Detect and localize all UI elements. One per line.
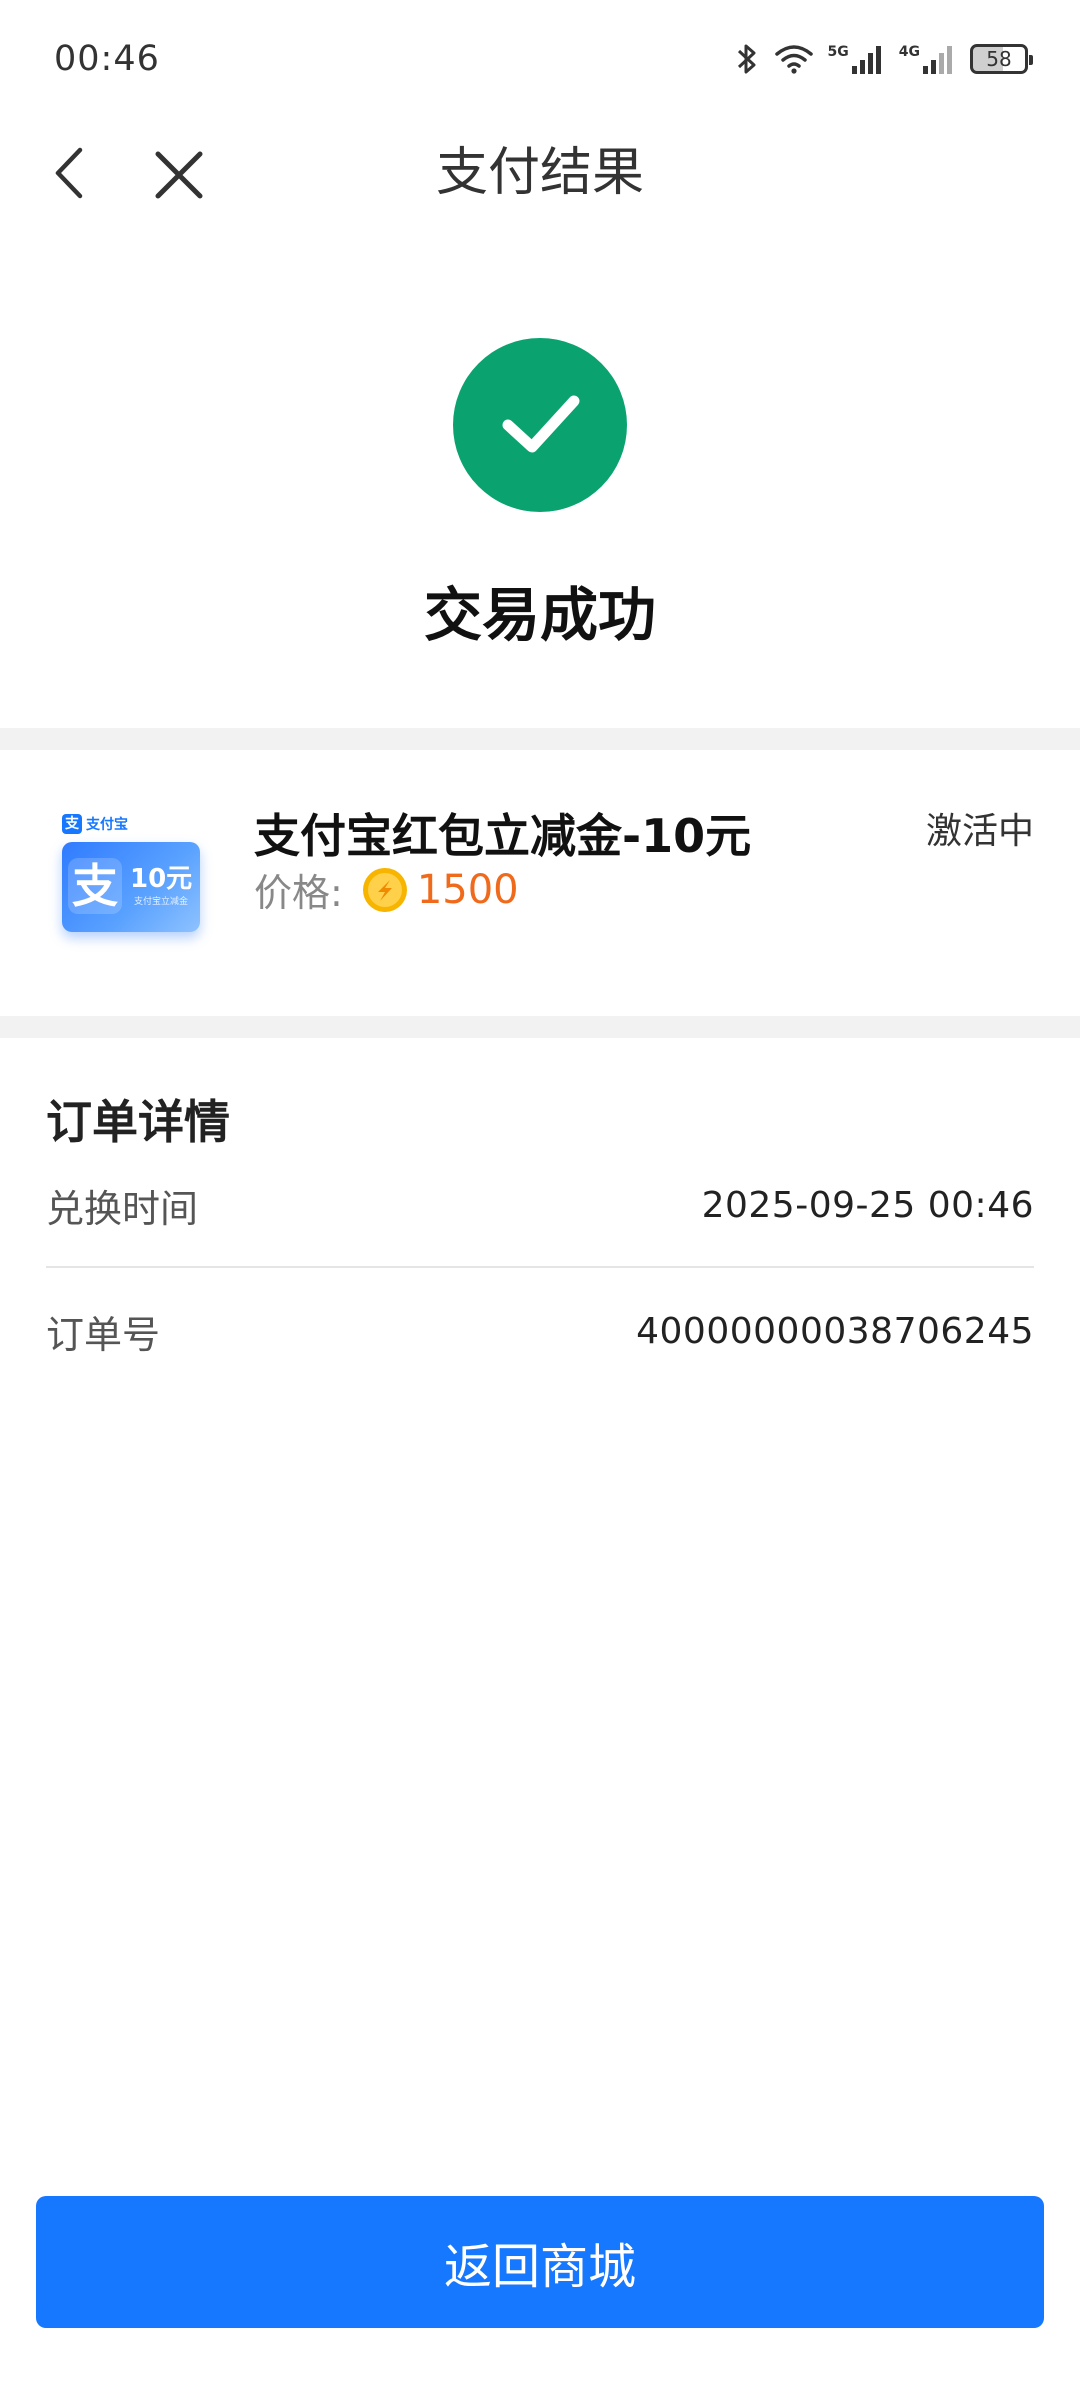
- wifi-icon: [774, 45, 813, 74]
- section-divider: [0, 728, 1080, 750]
- alipay-logo: 支 支付宝: [62, 814, 128, 834]
- order-number-value: 4000000003870624​5: [636, 1310, 1034, 1352]
- product-name: 支付宝红包立减金-10元: [254, 809, 752, 863]
- signal-5g-label: 5G: [827, 44, 849, 60]
- chevron-left-icon: [55, 147, 83, 199]
- check-circle-icon: [453, 338, 627, 512]
- detail-row-exchange-time: 兑换时间 2025-09-25 00:46: [46, 1160, 1034, 1250]
- return-to-mall-button[interactable]: 返回商城: [36, 2196, 1044, 2328]
- nav-bar: 支付结果: [0, 118, 1080, 228]
- price-label: 价格:: [254, 871, 343, 915]
- payment-result-page: 00:46 5G 4G 58 支付结果 交易成功 支 支付宝 支 10元 支付宝…: [0, 0, 1080, 2388]
- product-card: 支 支付宝 支 10元 支付宝立减金 支付宝红包立减金-10元 激活中 价格: …: [0, 750, 1080, 1016]
- thumb-glyph: 支: [68, 858, 122, 914]
- thumb-amount: 10元: [130, 864, 193, 894]
- alipay-logo-icon: 支: [62, 814, 82, 834]
- thumb-subtitle: 支付宝立减金: [134, 897, 189, 907]
- thumb-brand-name: 支付宝: [86, 817, 128, 833]
- section-divider: [0, 1016, 1080, 1038]
- signal-4g-label: 4G: [898, 44, 920, 60]
- exchange-time-value: 2025-09-25 00:46: [701, 1184, 1034, 1226]
- battery-level: 58: [986, 47, 1012, 71]
- signal-5g-icon: 5G: [828, 44, 885, 74]
- bluetooth-icon: [737, 44, 756, 74]
- product-thumbnail: 支 支付宝 支 10元 支付宝立减金: [58, 814, 206, 952]
- back-button[interactable]: [44, 144, 102, 202]
- thumb-card: 支 10元 支付宝立减金: [62, 842, 200, 932]
- product-status: 激活中: [925, 811, 1034, 852]
- battery-icon: 58: [970, 44, 1033, 74]
- status-icons: 5G 4G 58: [734, 41, 1033, 77]
- close-icon: [155, 151, 203, 199]
- row-separator: [46, 1266, 1034, 1268]
- price-value: 1500: [416, 866, 519, 913]
- close-button[interactable]: [150, 146, 208, 204]
- result-text: 交易成功: [423, 581, 656, 649]
- status-time: 00:46: [54, 39, 160, 79]
- signal-4g-icon: 4G: [899, 44, 956, 74]
- price-row: 价格: 1500: [254, 862, 519, 917]
- order-details-title: 订单详情: [46, 1095, 230, 1149]
- status-bar: 00:46 5G 4G 58: [0, 0, 1080, 118]
- order-number-label: 订单号: [46, 1312, 161, 1357]
- detail-row-order-number: 订单号 4000000003870624​5: [46, 1286, 1034, 1376]
- gold-coin-icon: [362, 867, 407, 912]
- exchange-time-label: 兑换时间: [46, 1186, 199, 1231]
